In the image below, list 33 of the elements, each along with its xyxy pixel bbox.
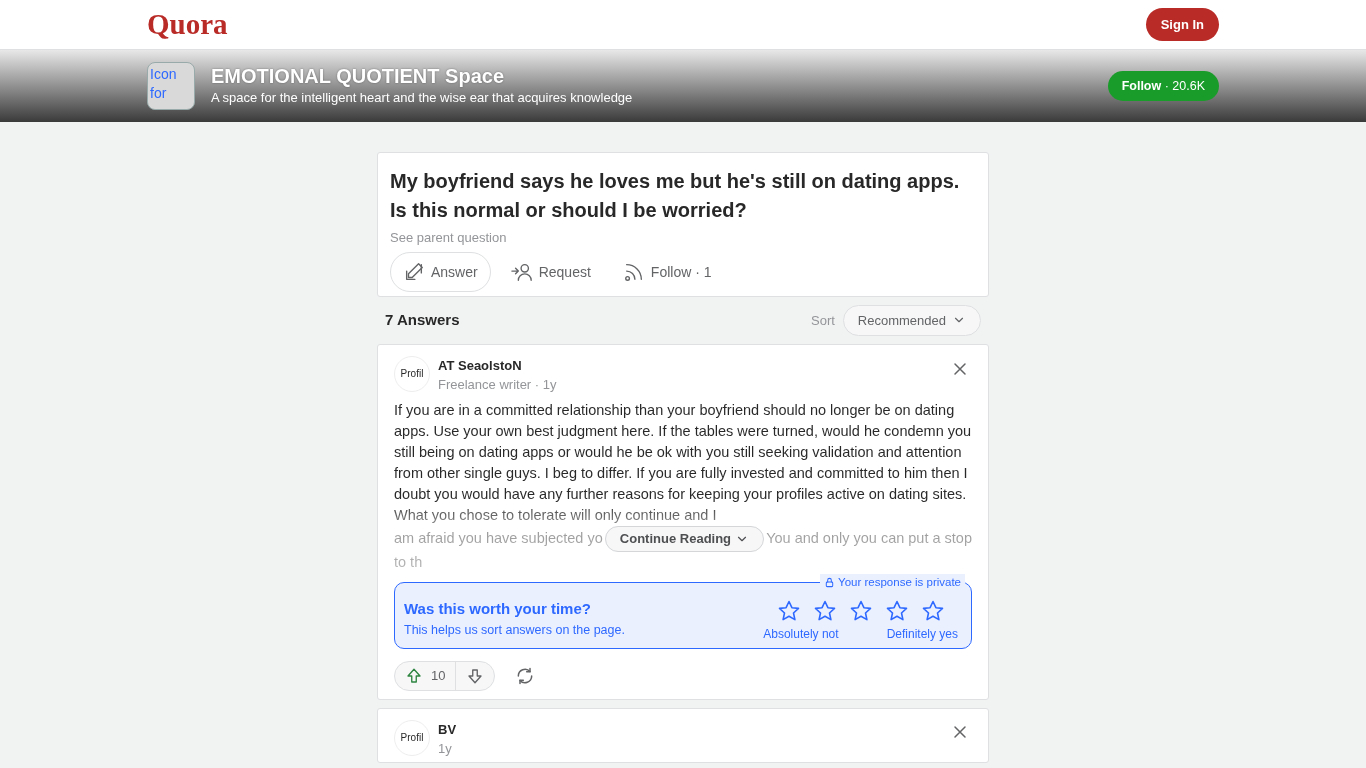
privacy-note: Your response is private xyxy=(838,575,961,590)
author-credential: Freelance writer · 1y xyxy=(438,376,558,394)
space-tagline: A space for the intelligent heart and the wise ear that acquires knowledge xyxy=(211,89,633,108)
parent-question-link[interactable]: See parent question xyxy=(390,229,507,247)
author-name[interactable]: BV xyxy=(438,719,940,739)
pencil-icon xyxy=(403,260,425,283)
question-title: My boyfriend says he loves me but he's still on dating apps. Is this normal or should I be worried? xyxy=(390,169,961,223)
answer-text: You and only you can put a stop xyxy=(766,529,972,549)
continue-reading-button[interactable]: Continue Reading xyxy=(604,526,765,552)
space-icon[interactable]: Icon for xyxy=(147,62,195,110)
sort-label: Sort xyxy=(811,311,835,330)
request-button[interactable]: Request xyxy=(498,252,603,291)
image-alt-text: Icon for xyxy=(150,66,177,101)
sign-in-button[interactable]: Sign In xyxy=(1145,7,1219,42)
rating-high-label: Definitely yes xyxy=(886,626,958,643)
avatar[interactable]: Profil xyxy=(394,719,430,756)
follow-button[interactable]: Follow · 1 xyxy=(610,252,724,291)
author-name[interactable]: AT SeaolstoN xyxy=(438,356,940,375)
answers-count: 7 Answers xyxy=(385,310,460,330)
follow-space-button[interactable]: Follow · 20.6K xyxy=(1107,70,1219,102)
quora-logo[interactable]: Quora xyxy=(147,10,228,39)
sort-dropdown[interactable]: Recommended xyxy=(842,304,981,336)
rating-question: Was this worth your time? xyxy=(404,599,592,620)
rating-low-label: Absolutely not xyxy=(763,626,839,643)
author-credential: 1y xyxy=(438,739,453,758)
answer-text: am afraid you have subjected yo xyxy=(394,529,603,549)
avatar[interactable]: Profil xyxy=(394,356,430,392)
image-alt-text: Profil xyxy=(400,732,424,743)
rating-hint: This helps us sort answers on the page. xyxy=(404,621,625,639)
image-alt-text: Profil xyxy=(400,369,424,379)
answer-text: to th xyxy=(394,553,423,570)
lock-icon xyxy=(824,576,836,588)
up-arrow-icon xyxy=(405,666,423,685)
